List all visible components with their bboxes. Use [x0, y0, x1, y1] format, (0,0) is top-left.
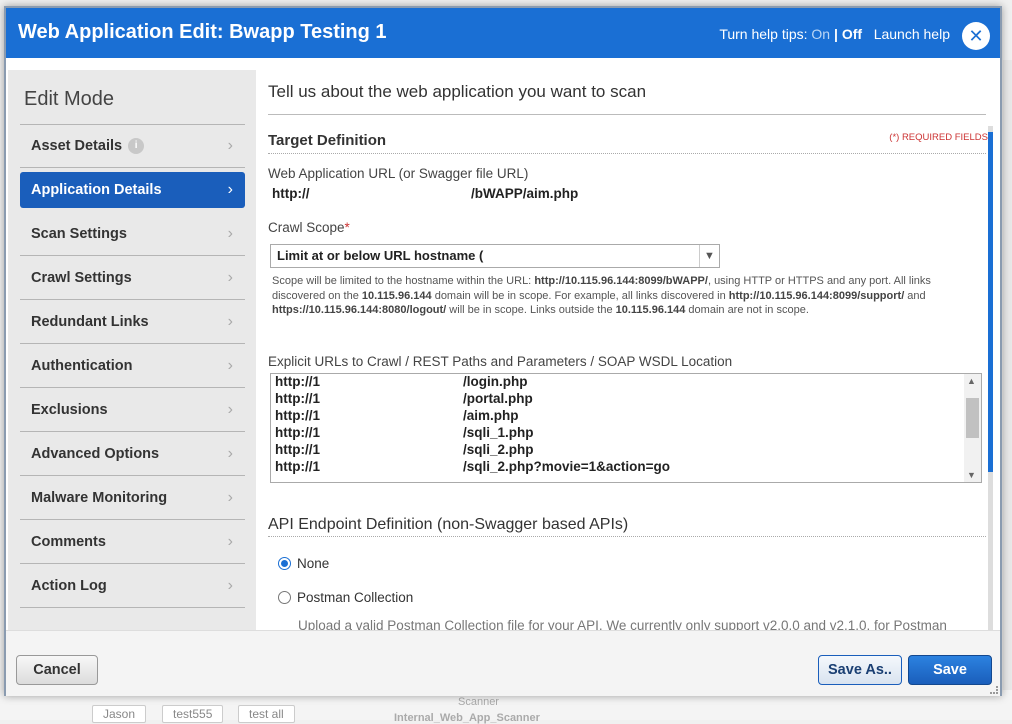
launch-help-link[interactable]: Launch help: [874, 26, 950, 42]
help-tips-separator: |: [834, 26, 838, 42]
crawl-scope-label: Crawl Scope*: [268, 220, 350, 235]
divider: [268, 114, 986, 115]
background-chip-test555: test555: [162, 705, 224, 723]
sidebar-item-label: Application Details: [31, 182, 162, 198]
sidebar-item-advanced-options[interactable]: Advanced Options ›: [20, 432, 245, 476]
chevron-right-icon: ›: [227, 224, 233, 242]
sidebar-nav: Asset Details i › Application Details › …: [20, 124, 245, 608]
chevron-right-icon: ›: [227, 312, 233, 330]
url-suffix: /bWAPP/aim.php: [471, 186, 579, 201]
web-app-url-value: http:// /bWAPP/aim.php: [272, 186, 578, 201]
sidebar-item-authentication[interactable]: Authentication ›: [20, 344, 245, 388]
radio-button[interactable]: [278, 557, 291, 570]
chevron-right-icon: ›: [227, 181, 233, 198]
dialog-titlebar: Web Application Edit: Bwapp Testing 1 Tu…: [6, 8, 1000, 58]
sidebar-title: Edit Mode: [24, 88, 115, 110]
help-tips-bar: Turn help tips: On | Off Launch help: [719, 26, 950, 42]
save-as-button[interactable]: Save As..: [818, 655, 902, 685]
list-item: http://1/sqli_1.php: [275, 425, 534, 440]
postman-upload-note: Upload a valid Postman Collection file f…: [298, 618, 947, 630]
chevron-right-icon: ›: [227, 400, 233, 418]
sidebar-item-comments[interactable]: Comments ›: [20, 520, 245, 564]
help-tips-on[interactable]: On: [811, 26, 830, 42]
chevron-right-icon: ›: [227, 488, 233, 506]
sidebar-item-label: Advanced Options: [31, 445, 160, 462]
api-option-postman[interactable]: Postman Collection: [278, 590, 413, 605]
cancel-button[interactable]: Cancel: [16, 655, 98, 685]
divider: [268, 153, 986, 154]
sidebar-item-label: Redundant Links: [31, 313, 149, 330]
help-tips-label: Turn help tips:: [719, 26, 808, 42]
sidebar-item-malware-monitoring[interactable]: Malware Monitoring ›: [20, 476, 245, 520]
required-star: *: [344, 220, 350, 235]
crawl-scope-selected-value: Limit at or below URL hostname (: [277, 248, 484, 263]
api-option-label: None: [297, 556, 330, 571]
web-app-url-label: Web Application URL (or Swagger file URL…: [268, 166, 529, 181]
radio-button[interactable]: [278, 591, 291, 604]
panel-lead-text: Tell us about the web application you wa…: [268, 82, 647, 101]
sidebar-item-label: Exclusions: [31, 401, 108, 418]
main-scrollbar-thumb[interactable]: [988, 132, 993, 472]
background-page-edge: [1003, 60, 1012, 700]
chevron-right-icon: ›: [227, 268, 233, 286]
explicit-urls-label: Explicit URLs to Crawl / REST Paths and …: [268, 354, 733, 369]
textarea-scrollbar-thumb[interactable]: [966, 398, 979, 438]
list-item: http://1/login.php: [275, 374, 528, 389]
crawl-scope-select[interactable]: Limit at or below URL hostname ( ▼: [270, 244, 720, 268]
edit-mode-sidebar: Edit Mode Asset Details i › Application …: [8, 70, 256, 630]
sidebar-item-redundant-links[interactable]: Redundant Links ›: [20, 300, 245, 344]
chevron-right-icon: ›: [227, 444, 233, 462]
sidebar-item-label: Authentication: [31, 357, 133, 374]
list-item: http://1/aim.php: [275, 408, 519, 423]
sidebar-item-label: Action Log: [31, 577, 107, 594]
list-item: http://1/portal.php: [275, 391, 533, 406]
sidebar-item-action-log[interactable]: Action Log ›: [20, 564, 245, 608]
sidebar-item-label: Asset Details: [31, 138, 123, 154]
target-definition-heading: Target Definition: [268, 132, 387, 149]
sidebar-item-asset-details[interactable]: Asset Details i ›: [20, 124, 245, 168]
resize-handle-icon[interactable]: [990, 686, 998, 694]
dialog-title: Web Application Edit: Bwapp Testing 1: [18, 21, 387, 43]
info-icon: i: [128, 138, 145, 154]
sidebar-item-label: Crawl Settings: [31, 269, 132, 286]
explicit-urls-textarea[interactable]: http://1/login.php http://1/portal.php h…: [270, 373, 982, 483]
sidebar-item-label: Comments: [31, 533, 106, 550]
chevron-down-icon[interactable]: ▼: [699, 245, 719, 267]
crawl-scope-description: Scope will be limited to the hostname wi…: [272, 275, 931, 316]
sidebar-item-scan-settings[interactable]: Scan Settings ›: [20, 212, 245, 256]
sidebar-item-label: Malware Monitoring: [31, 489, 168, 506]
sidebar-item-exclusions[interactable]: Exclusions ›: [20, 388, 245, 432]
scroll-up-icon[interactable]: ▲: [967, 376, 976, 386]
application-details-panel: Tell us about the web application you wa…: [266, 70, 988, 630]
required-fields-note: (*) REQUIRED FIELDS: [889, 132, 988, 143]
save-button[interactable]: Save: [908, 655, 992, 685]
divider: [268, 536, 986, 537]
dialog-footer: Cancel Save As.. Save: [6, 630, 1000, 696]
sidebar-item-crawl-settings[interactable]: Crawl Settings ›: [20, 256, 245, 300]
list-item: http://1/sqli_2.php: [275, 442, 534, 457]
background-chip-test-all: test all: [238, 705, 295, 723]
api-option-label: Postman Collection: [297, 590, 414, 605]
url-prefix: http://: [272, 186, 310, 201]
sidebar-item-label: Scan Settings: [31, 225, 127, 242]
background-scanner-name: Internal_Web_App_Scanner: [394, 712, 540, 724]
chevron-right-icon: ›: [227, 137, 233, 154]
sidebar-item-application-details[interactable]: Application Details ›: [20, 172, 245, 208]
textarea-scrollbar[interactable]: ▲ ▼: [964, 374, 981, 482]
web-app-edit-dialog: Web Application Edit: Bwapp Testing 1 Tu…: [4, 6, 1002, 696]
api-option-none[interactable]: None: [278, 556, 329, 571]
chevron-right-icon: ›: [227, 576, 233, 594]
chevron-right-icon: ›: [227, 356, 233, 374]
api-endpoint-heading: API Endpoint Definition (non-Swagger bas…: [268, 516, 629, 533]
help-tips-off[interactable]: Off: [842, 26, 862, 42]
background-scanner-label: Scanner: [458, 696, 499, 708]
background-chip-jason: Jason: [92, 705, 147, 723]
close-icon[interactable]: ✕: [962, 22, 990, 50]
list-item: http://1/sqli_2.php?movie=1&action=go: [275, 459, 671, 474]
scroll-down-icon[interactable]: ▼: [967, 470, 976, 480]
chevron-right-icon: ›: [227, 532, 233, 550]
